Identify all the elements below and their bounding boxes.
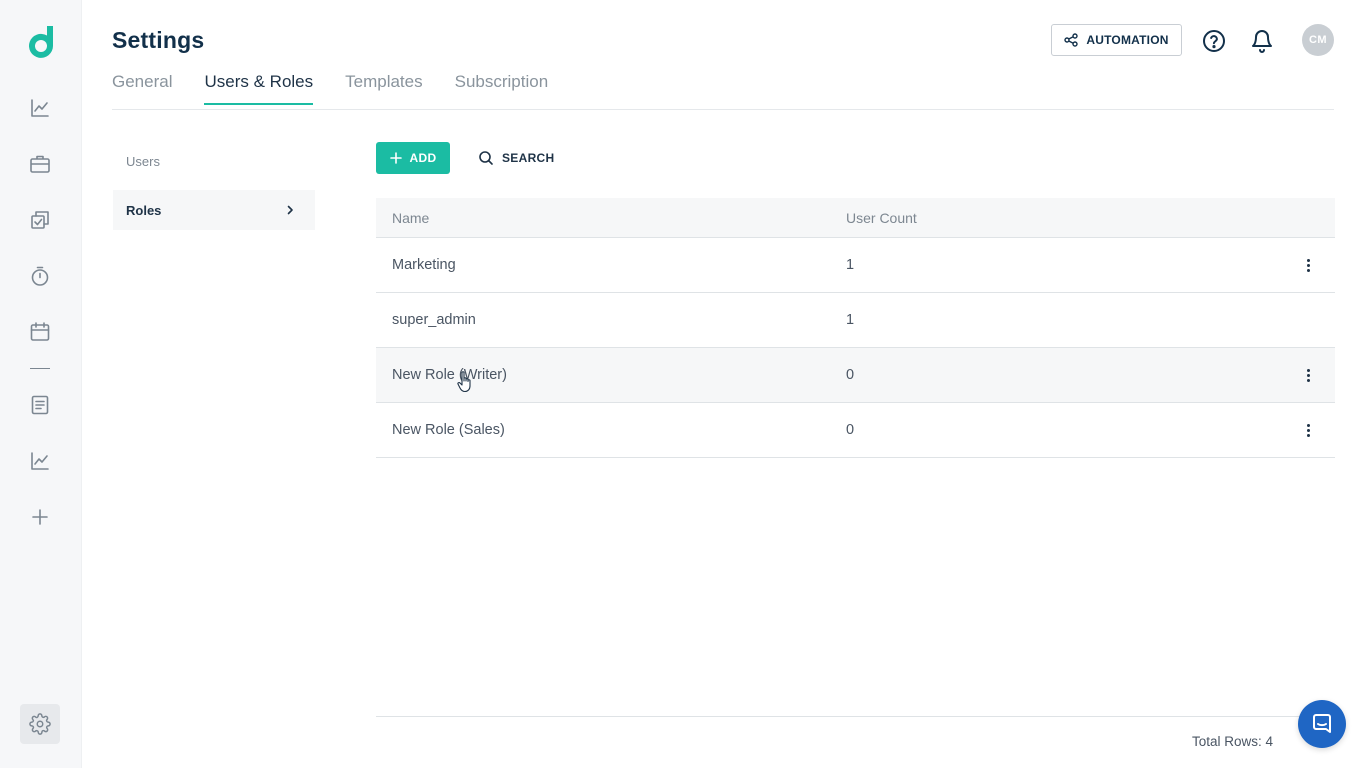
submenu-item-users-label: Users [126,153,160,169]
stopwatch-icon [31,266,49,286]
tab-templates[interactable]: Templates [345,72,422,104]
document-icon [31,395,49,415]
dashboard-nav-button[interactable] [27,95,53,121]
total-rows-label: Total Rows: 4 [1192,734,1274,749]
search-icon [479,151,493,165]
left-nav-rail [0,0,82,768]
tab-users-roles[interactable]: Users & Roles [204,72,313,105]
bell-icon[interactable] [1250,28,1274,54]
timesheet-nav-button[interactable] [27,263,53,289]
more-options-icon[interactable] [1300,257,1316,273]
plus-icon [389,152,402,164]
page-title: Settings [112,27,205,53]
add-module-button[interactable] [27,504,53,530]
help-icon[interactable] [1202,29,1226,53]
tab-subscription[interactable]: Subscription [455,72,549,104]
calendar-nav-button[interactable] [27,319,53,345]
table-row[interactable]: New Role (Sales) 0 [376,403,1335,458]
analytics-nav-button[interactable] [27,448,53,474]
column-header-user-count[interactable]: User Count [846,210,917,226]
analytics-icon [31,452,49,470]
share-icon [1064,33,1079,47]
add-button-label: ADD [409,151,437,165]
submenu-item-users[interactable]: Users [113,141,315,181]
automation-button-label: AUTOMATION [1086,33,1169,47]
settings-tabs: General Users & Roles Templates Subscrip… [112,72,549,105]
line-chart-icon [31,99,49,117]
chevron-right-icon [287,205,293,215]
submenu-item-roles[interactable]: Roles [113,190,315,230]
table-row[interactable]: New Role (Writer) 0 [376,348,1335,403]
role-name-cell: super_admin [392,312,476,328]
role-name-cell: New Role (Writer) [392,367,507,383]
tab-general[interactable]: General [112,72,172,104]
user-count-cell: 0 [846,422,855,438]
settings-nav-button[interactable] [20,704,60,744]
role-name-cell: New Role (Sales) [392,422,505,438]
user-count-cell: 1 [846,312,855,328]
tabs-divider [112,109,1334,110]
table-header: Name User Count [376,198,1335,238]
chat-icon [1313,714,1331,733]
calendar-icon [30,322,50,341]
table-row[interactable]: super_admin 1 [376,293,1335,348]
user-count-cell: 1 [846,257,855,273]
user-count-cell: 0 [846,367,855,383]
tasks-nav-button[interactable] [27,207,53,233]
add-role-button[interactable]: ADD [376,142,450,174]
checklist-icon [31,211,49,229]
chat-launcher-button[interactable] [1298,700,1346,748]
app-logo[interactable] [26,24,56,58]
plus-icon [32,509,48,525]
table-footer-divider [376,716,1335,717]
search-button[interactable]: SEARCH [478,142,554,174]
briefcase-icon [30,155,50,173]
role-name-cell: Marketing [392,257,456,273]
user-avatar[interactable]: CM [1302,24,1334,56]
column-header-name[interactable]: Name [392,210,429,226]
search-button-label: SEARCH [502,151,555,165]
roles-table: Name User Count Marketing 1 super_admin … [376,198,1335,458]
automation-button[interactable]: AUTOMATION [1051,24,1182,56]
rail-divider [30,368,50,369]
submenu-item-roles-label: Roles [126,202,162,218]
more-options-icon[interactable] [1300,367,1316,383]
more-options-icon[interactable] [1300,422,1316,438]
table-row[interactable]: Marketing 1 [376,238,1335,293]
gear-icon [29,713,51,735]
app-root: Settings AUTOMATION CM General Users & R… [0,0,1366,768]
reports-nav-button[interactable] [27,392,53,418]
deals-nav-button[interactable] [27,151,53,177]
